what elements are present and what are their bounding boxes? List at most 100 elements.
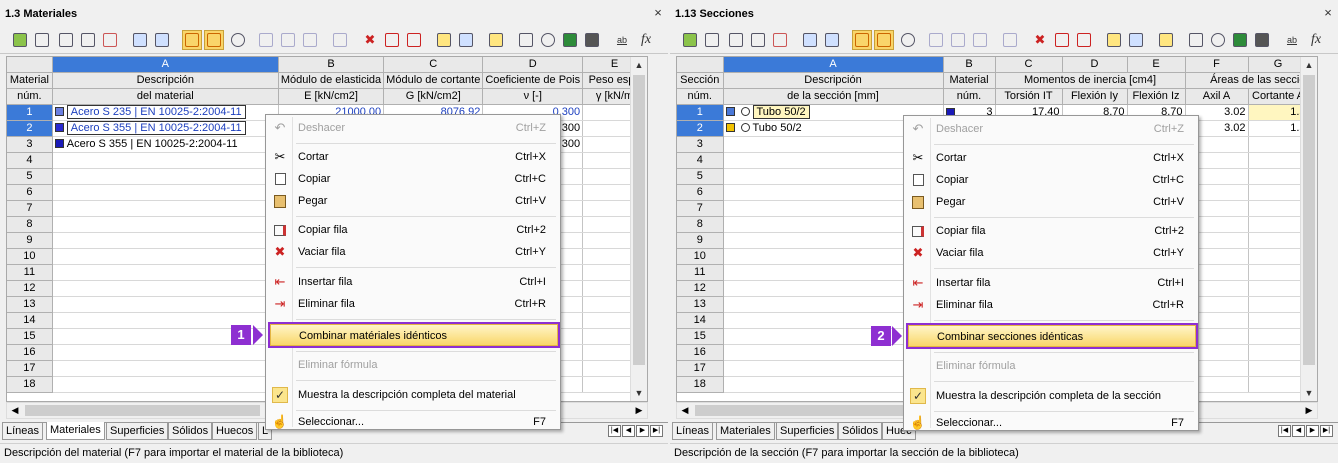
row-number[interactable]: 18 (677, 376, 724, 393)
row-number[interactable]: 14 (677, 312, 724, 329)
column-letter[interactable]: C (995, 57, 1063, 73)
toolbar-button[interactable] (726, 30, 746, 50)
menu-item-cut[interactable]: ✂ Cortar Ctrl+X (906, 147, 1196, 169)
toolbar-button[interactable] (330, 30, 350, 50)
row-number[interactable]: 17 (677, 360, 724, 377)
empty-cell[interactable] (1248, 184, 1309, 201)
menu-item-paste[interactable]: Pegar Ctrl+V (906, 191, 1196, 213)
empty-cell[interactable] (52, 200, 279, 217)
tab-materiales[interactable]: Materiales (46, 422, 105, 440)
empty-cell[interactable] (52, 280, 279, 297)
toolbar-button[interactable] (456, 30, 476, 50)
row-number[interactable]: 12 (677, 280, 724, 297)
row-number[interactable]: 12 (7, 280, 53, 297)
delete-icon[interactable]: ✖ (360, 30, 380, 50)
menu-item-combine-materials[interactable]: Combinar matériales idénticos (268, 322, 560, 348)
row-number[interactable]: 7 (7, 200, 53, 217)
empty-cell[interactable] (52, 152, 279, 169)
menu-item-undo[interactable]: ↶ Deshacer Ctrl+Z (906, 118, 1196, 140)
empty-cell[interactable] (1248, 248, 1309, 265)
toolbar-toggle[interactable] (182, 30, 202, 50)
menu-item-select[interactable]: ☝ Seleccionar... F7 (906, 415, 1196, 431)
empty-cell[interactable] (1248, 168, 1309, 185)
toolbar-button[interactable] (278, 30, 298, 50)
ab-icon[interactable]: ab (612, 30, 632, 50)
row-number[interactable]: 1 (7, 104, 53, 121)
toolbar-button[interactable] (1208, 30, 1228, 50)
column-letter[interactable]: B (278, 57, 385, 73)
menu-item-combine-sections[interactable]: Combinar secciones idénticas (906, 323, 1198, 349)
empty-cell[interactable] (1248, 328, 1309, 345)
row-number[interactable]: 18 (7, 376, 53, 393)
first-tab-icon[interactable]: |◀ (1278, 425, 1291, 437)
scroll-thumb[interactable] (25, 405, 260, 416)
empty-cell[interactable] (1248, 216, 1309, 233)
toolbar-button[interactable] (702, 30, 722, 50)
toolbar-button[interactable] (1252, 30, 1272, 50)
description-cell[interactable]: Acero S 355 | EN 10025-2:2004-11 (52, 120, 279, 137)
scroll-thumb[interactable] (695, 405, 930, 416)
scroll-thumb[interactable] (633, 75, 645, 365)
row-number[interactable]: 9 (7, 232, 53, 249)
menu-item-insert-row[interactable]: ⇤ Insertar fila Ctrl+I (906, 272, 1196, 294)
toolbar-button[interactable] (748, 30, 768, 50)
excel-icon[interactable] (560, 30, 580, 50)
tab-solidos[interactable]: Sólidos (168, 423, 213, 440)
toolbar-button[interactable] (56, 30, 76, 50)
empty-cell[interactable] (1248, 360, 1309, 377)
empty-cell[interactable] (1248, 136, 1309, 153)
tab-solidos[interactable]: Sólidos (838, 423, 883, 440)
last-tab-icon[interactable]: ▶| (650, 425, 663, 437)
column-letter[interactable]: F (1185, 57, 1249, 73)
av-cell[interactable]: 1.5 (1248, 120, 1309, 137)
vertical-scrollbar[interactable]: ▲ ▼ (1300, 57, 1317, 401)
toolbar-toggle[interactable] (852, 30, 872, 50)
scroll-right-icon[interactable]: ▶ (631, 403, 647, 418)
row-number[interactable]: 1 (677, 104, 724, 121)
menu-item-copy[interactable]: Copiar Ctrl+C (268, 168, 558, 190)
row-number[interactable]: 13 (7, 296, 53, 313)
delete-icon[interactable]: ✖ (1030, 30, 1050, 50)
prev-tab-icon[interactable]: ◀ (622, 425, 635, 437)
row-number[interactable]: 4 (7, 152, 53, 169)
menu-item-paste[interactable]: Pegar Ctrl+V (268, 190, 558, 212)
tab-lineas[interactable]: Líneas (672, 423, 714, 440)
scroll-thumb[interactable] (1303, 75, 1315, 365)
menu-item-show-description[interactable]: ✓ Muestra la descripción completa de la s… (906, 385, 1196, 407)
empty-cell[interactable] (1248, 376, 1309, 393)
column-letter[interactable]: E (1127, 57, 1186, 73)
toolbar-button[interactable] (300, 30, 320, 50)
row-number[interactable]: 2 (7, 120, 53, 137)
toolbar-button[interactable] (1104, 30, 1124, 50)
empty-cell[interactable] (1248, 344, 1309, 361)
prev-tab-icon[interactable]: ◀ (1292, 425, 1305, 437)
row-number[interactable]: 10 (677, 248, 724, 265)
tab-superficies[interactable]: Superficies (776, 423, 839, 440)
row-number[interactable]: 6 (677, 184, 724, 201)
scroll-down-icon[interactable]: ▼ (1301, 385, 1317, 401)
menu-item-select[interactable]: ☝ Seleccionar... F7 (268, 414, 558, 430)
scroll-up-icon[interactable]: ▲ (631, 57, 647, 73)
fx-icon[interactable]: fx (1306, 30, 1326, 50)
toolbar-button[interactable] (680, 30, 700, 50)
empty-cell[interactable] (52, 216, 279, 233)
menu-item-delete-row[interactable]: ⇥ Eliminar fila Ctrl+R (268, 293, 558, 315)
empty-cell[interactable] (1248, 264, 1309, 281)
empty-cell[interactable] (1248, 280, 1309, 297)
menu-item-empty-row[interactable]: ✖ Vaciar fila Ctrl+Y (906, 242, 1196, 264)
excel-icon[interactable] (1230, 30, 1250, 50)
row-number[interactable]: 8 (677, 216, 724, 233)
row-number[interactable]: 10 (7, 248, 53, 265)
insert-row-icon[interactable] (382, 30, 402, 50)
menu-item-copy[interactable]: Copiar Ctrl+C (906, 169, 1196, 191)
row-number[interactable]: 2 (677, 120, 724, 137)
tab-huecos[interactable]: Huecos (212, 423, 258, 440)
toolbar-button[interactable] (152, 30, 172, 50)
toolbar-button[interactable] (800, 30, 820, 50)
menu-item-insert-row[interactable]: ⇤ Insertar fila Ctrl+I (268, 271, 558, 293)
empty-cell[interactable] (52, 168, 279, 185)
description-cell[interactable]: Acero S 355 | EN 10025-2:2004-11 (52, 136, 279, 153)
ab-icon[interactable]: ab (1282, 30, 1302, 50)
row-number[interactable]: 5 (677, 168, 724, 185)
empty-cell[interactable] (52, 344, 279, 361)
